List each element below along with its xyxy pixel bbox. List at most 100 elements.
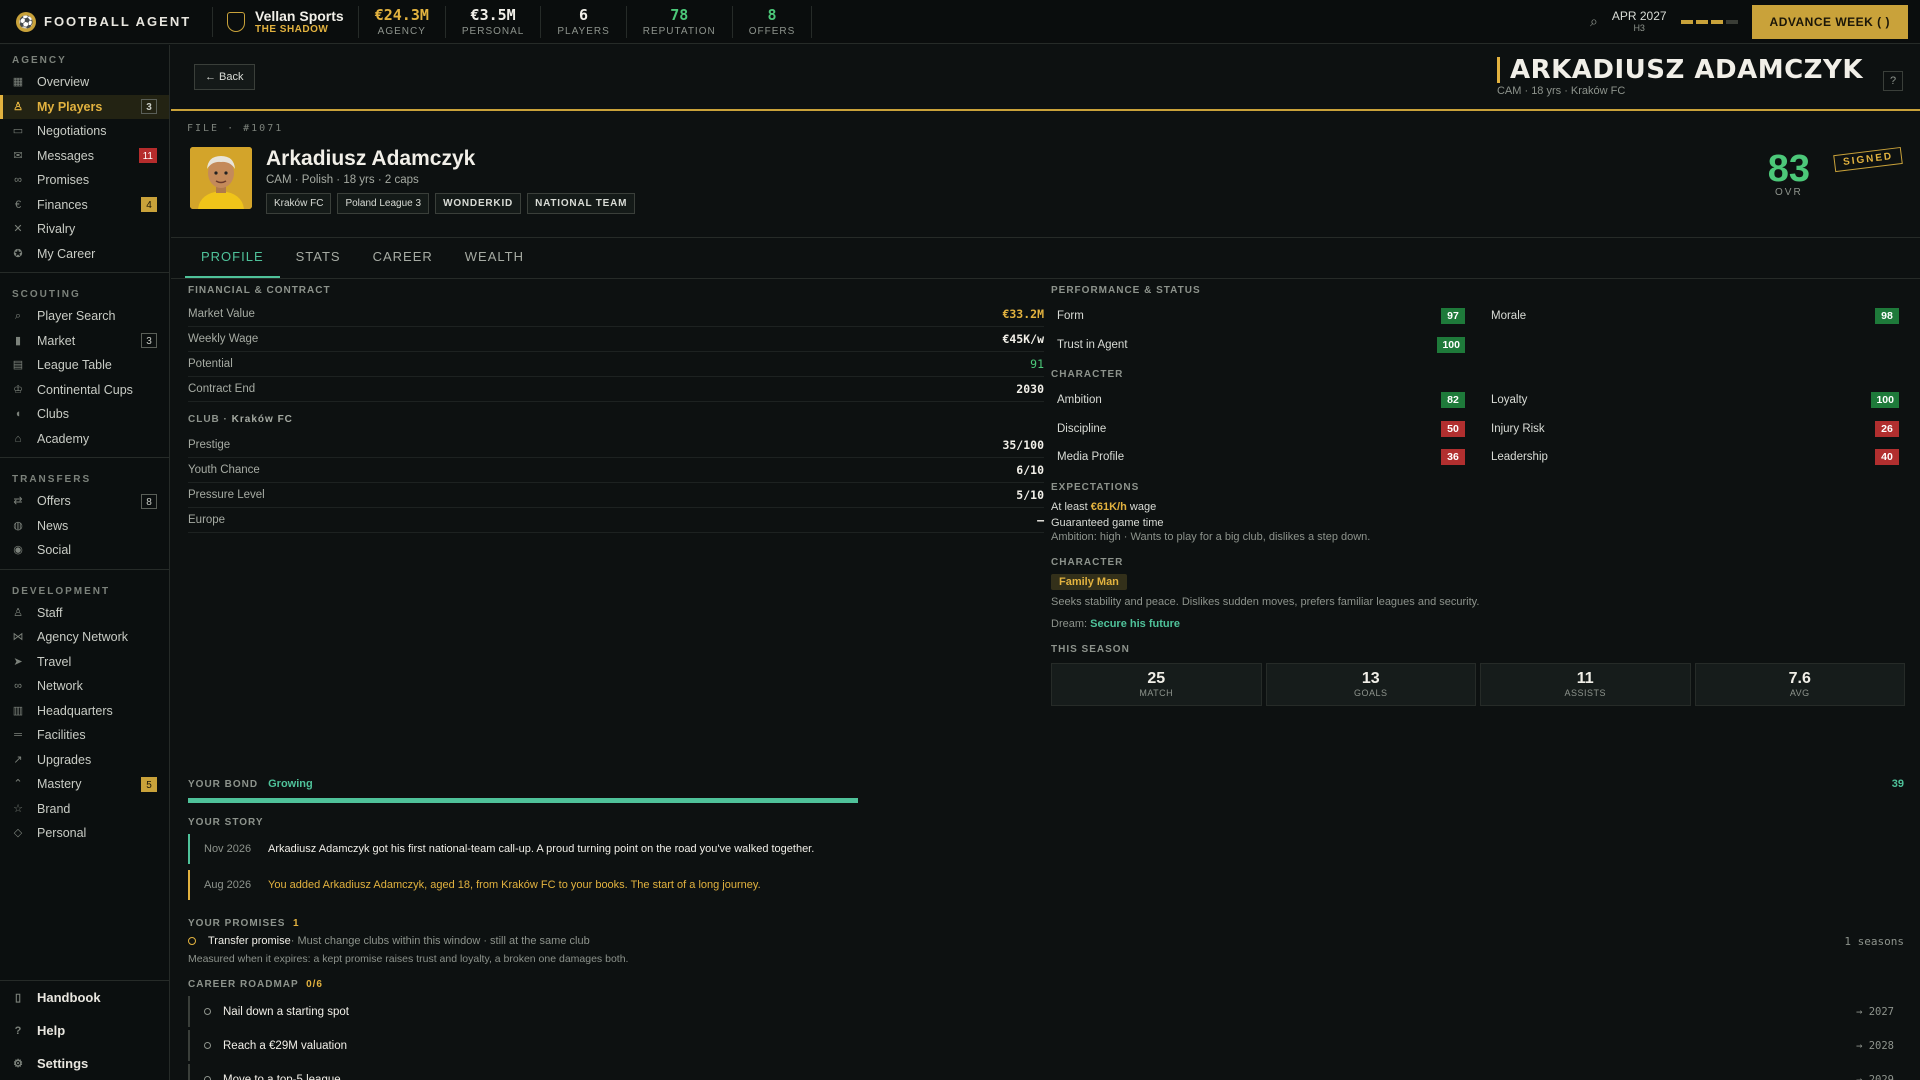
- club-name: Kraków FC: [231, 414, 293, 425]
- sidebar-item-rivalry[interactable]: ✕ Rivalry: [0, 217, 169, 242]
- stat-label: REPUTATION: [642, 26, 716, 37]
- stat-players: 6 PLAYERS: [540, 5, 625, 38]
- sidebar-item-label: Handbook: [37, 990, 101, 1005]
- globe-icon: ◍: [13, 519, 23, 532]
- sidebar-item-mastery[interactable]: ⌃ Mastery 5: [0, 772, 169, 797]
- row-label: Weekly Wage: [188, 333, 259, 345]
- sidebar-item-label: Overview: [37, 75, 90, 90]
- sidebar-item-label: Personal: [37, 826, 87, 841]
- bond-value: 39: [1891, 778, 1904, 790]
- sidebar-item-promises[interactable]: ∞ Promises: [0, 168, 169, 193]
- expectation-ambition: Ambition: high · Wants to play for a big…: [1051, 530, 1371, 543]
- financial-heading: FINANCIAL & CONTRACT: [188, 285, 331, 296]
- stat-label: AGENCY: [377, 26, 426, 37]
- sidebar-item-continental-cups[interactable]: ♔ Continental Cups: [0, 378, 169, 403]
- sidebar-item-label: Market: [37, 333, 76, 348]
- sidebar-item-travel[interactable]: ➤ Travel: [0, 650, 169, 675]
- sidebar-item-personal[interactable]: ◇ Personal: [0, 821, 169, 846]
- sidebar-item-my-players[interactable]: ♙ My Players 3: [0, 94, 169, 119]
- sidebar-item-brand[interactable]: ☆ Brand: [0, 797, 169, 822]
- bond-section: YOUR BOND Growing 39 YOUR STORY Nov 2026…: [188, 778, 1904, 1080]
- promise-item[interactable]: Transfer promise · Must change clubs wit…: [188, 935, 1904, 948]
- personality-chip: Family Man: [1051, 573, 1127, 590]
- tab-stats[interactable]: STATS: [280, 238, 357, 278]
- sidebar-item-news[interactable]: ◍ News: [0, 514, 169, 539]
- sidebar-item-label: League Table: [37, 358, 112, 373]
- player-meta: CAM · Polish · 18 yrs · 2 caps: [266, 174, 419, 186]
- sidebar-item-label: Headquarters: [37, 703, 113, 718]
- sidebar-item-clubs[interactable]: ◖ Clubs: [0, 402, 169, 427]
- main-content: ← Back ARKADIUSZ ADAMCZYK CAM · 18 yrs ·…: [171, 45, 1920, 1080]
- sidebar-item-settings[interactable]: ⚙ Settings: [0, 1047, 170, 1080]
- attribute-label: Form: [1057, 310, 1084, 323]
- promises-section: YOUR PROMISES 1 Transfer promise · Must …: [188, 918, 1904, 965]
- row-value: 2030: [1016, 382, 1044, 396]
- spinner-icon: ( ): [1877, 14, 1890, 29]
- back-button[interactable]: ← Back: [194, 64, 255, 90]
- dumbbell-icon: ═: [14, 729, 22, 742]
- attribute-label: Discipline: [1057, 422, 1107, 435]
- row-value: 5/10: [1016, 488, 1044, 502]
- row-label: Contract End: [188, 383, 256, 395]
- sidebar-item-handbook[interactable]: ▯ Handbook: [0, 981, 170, 1014]
- page-header: ← Back ARKADIUSZ ADAMCZYK CAM · 18 yrs ·…: [171, 45, 1920, 111]
- sidebar-item-social[interactable]: ◉ Social: [0, 538, 169, 563]
- sidebar-item-headquarters[interactable]: ▥ Headquarters: [0, 699, 169, 724]
- overall-rating: 83 OVR: [1768, 150, 1810, 198]
- sidebar-item-finances[interactable]: € Finances 4: [0, 193, 169, 218]
- advance-week-button[interactable]: ADVANCE WEEK ( ): [1751, 4, 1908, 39]
- section-heading-scouting: SCOUTING: [12, 289, 81, 300]
- sidebar-item-league-table[interactable]: ▤ League Table: [0, 353, 169, 378]
- left-column: FINANCIAL & CONTRACT Market Value €33.2M W…: [188, 285, 1044, 533]
- season-stat-value: 7.6: [1788, 669, 1811, 687]
- sidebar-item-academy[interactable]: ⌂ Academy: [0, 427, 169, 452]
- euro-icon: €: [14, 198, 22, 211]
- sidebar-item-network[interactable]: ∞ Network: [0, 674, 169, 699]
- row-label: Pressure Level: [188, 489, 265, 501]
- sidebar-item-label: Travel: [37, 654, 72, 669]
- info-row: Contract End 2030: [188, 377, 1044, 402]
- season-stat-label: GOALS: [1353, 687, 1388, 698]
- sidebar-item-offers[interactable]: ⇄ Offers 8: [0, 489, 169, 514]
- sidebar-item-player-search[interactable]: ⌕ Player Search: [0, 304, 169, 329]
- sidebar-item-label: My Players: [37, 99, 103, 114]
- story-section: YOUR STORY Nov 2026 Arkadiusz Adamczyk go…: [188, 817, 1904, 900]
- sidebar-item-label: Staff: [37, 605, 63, 620]
- sidebar-item-agency-network[interactable]: ⋈ Agency Network: [0, 625, 169, 650]
- roadmap-year: → 2029: [1856, 1073, 1894, 1080]
- tab-career[interactable]: CAREER: [357, 238, 449, 278]
- shield-icon: ◖: [14, 408, 22, 421]
- sidebar-item-my-career[interactable]: ✪ My Career: [0, 242, 169, 267]
- attribute-row: Loyalty 100: [1485, 386, 1905, 415]
- tab-wealth[interactable]: WEALTH: [449, 238, 540, 278]
- help-button[interactable]: ?: [1883, 71, 1903, 91]
- swap-icon: ⇄: [13, 495, 23, 508]
- expectations-heading: EXPECTATIONS: [1051, 481, 1140, 493]
- week-progress: [1680, 19, 1738, 24]
- season-stat-goals: 13 GOALS: [1265, 662, 1476, 706]
- tab-profile[interactable]: PROFILE: [185, 238, 280, 278]
- sidebar-item-label: Finances: [37, 197, 88, 212]
- sidebar-item-upgrades[interactable]: ↗ Upgrades: [0, 748, 169, 773]
- sidebar-item-messages[interactable]: ✉ Messages 11: [0, 144, 169, 169]
- search-icon[interactable]: ⌕: [1590, 13, 1598, 30]
- sidebar-item-overview[interactable]: ▦ Overview: [0, 70, 169, 95]
- sidebar-item-label: Continental Cups: [37, 382, 133, 397]
- sidebar-item-market[interactable]: ▮ Market 3: [0, 329, 169, 354]
- plane-icon: ➤: [13, 655, 23, 668]
- sidebar-item-label: Negotiations: [37, 124, 107, 139]
- row-value: 91: [1030, 357, 1044, 371]
- promise-detail: · Must change clubs within this window ·…: [290, 935, 590, 947]
- roadmap-year: → 2027: [1856, 1005, 1894, 1018]
- sidebar-item-staff[interactable]: ♙ Staff: [0, 601, 169, 626]
- sidebar-item-negotiations[interactable]: ▭ Negotiations: [0, 119, 169, 144]
- sidebar-item-facilities[interactable]: ═ Facilities: [0, 723, 169, 748]
- week-progress-segment: [1725, 19, 1738, 24]
- dream: Dream: Secure his future: [1051, 618, 1905, 630]
- sidebar-item-help[interactable]: ? Help: [0, 1014, 170, 1047]
- player-tag: Kraków FC: [266, 193, 332, 214]
- attribute-label: Trust in Agent: [1057, 338, 1128, 351]
- attribute-label: Media Profile: [1057, 451, 1125, 464]
- graduation-icon: ⌂: [14, 432, 22, 445]
- promise-note: Measured when it expires: a kept promise…: [188, 953, 629, 965]
